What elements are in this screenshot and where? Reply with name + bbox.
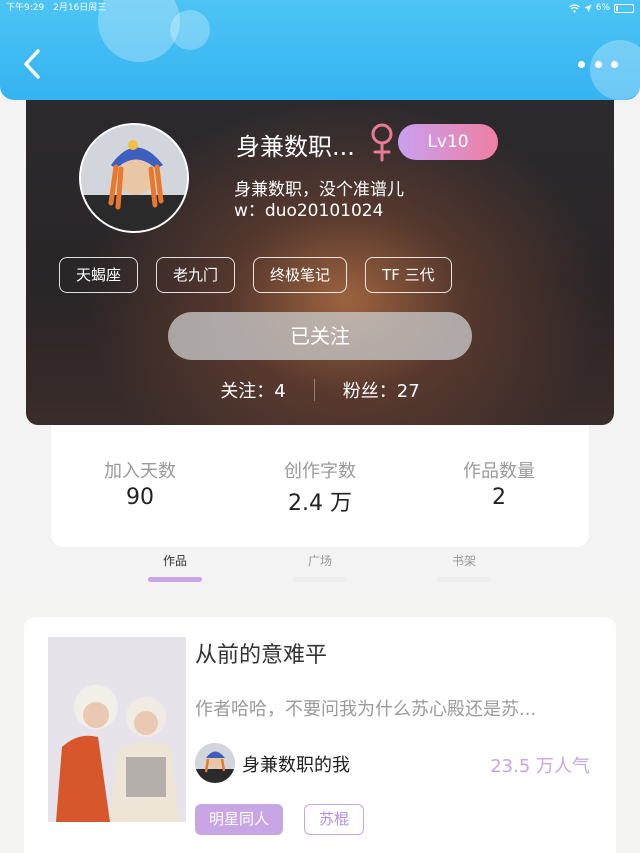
profile-tag[interactable]: TF 三代 — [365, 257, 452, 293]
work-tag[interactable]: 苏棍 — [304, 804, 365, 835]
popularity: 23.5 万人气 — [490, 756, 590, 777]
tab-square[interactable]: 广场 — [280, 552, 360, 569]
follow-button[interactable]: 已关注 — [168, 312, 472, 360]
status-bar: 下午9:29 2月16日周三 6% — [0, 0, 640, 16]
profile-card: 身兼数职... Lv10 身兼数职，没个准谱儿 w：duo20101024 天蝎… — [26, 90, 614, 425]
work-description: 作者哈哈，不要问我为什么苏心殿还是苏... — [195, 699, 537, 720]
stat-label: 作品数量 — [463, 461, 535, 482]
tab-indicator — [437, 577, 491, 582]
wechat-id: w：duo20101024 — [234, 201, 384, 221]
tab-works[interactable]: 作品 — [135, 552, 215, 569]
battery-percent: 6% — [595, 3, 610, 13]
status-time: 下午9:29 — [6, 3, 45, 13]
following-count[interactable]: 关注：4 — [220, 377, 285, 403]
work-cover[interactable] — [48, 637, 186, 822]
battery-icon — [614, 3, 634, 13]
avatar[interactable] — [79, 123, 189, 233]
tab-indicator — [293, 577, 347, 582]
follow-stats: 关注：4 粉丝：27 — [26, 376, 614, 404]
stat-days: 加入天数 90 — [70, 457, 210, 510]
top-header: 下午9:29 2月16日周三 6% — [0, 0, 640, 100]
fans-count[interactable]: 粉丝：27 — [343, 377, 420, 403]
more-dot — [594, 60, 602, 68]
profile-tag[interactable]: 终极笔记 — [253, 257, 348, 293]
stat-value: 2 — [492, 485, 506, 510]
chevron-left-icon — [24, 49, 40, 79]
more-dot — [578, 60, 585, 68]
author-avatar-image — [195, 743, 235, 783]
cover-image — [48, 637, 186, 822]
more-button[interactable] — [578, 54, 618, 74]
wifi-icon — [568, 3, 580, 13]
decor-bubble — [170, 10, 210, 50]
author-name[interactable]: 身兼数职的我 — [242, 751, 350, 777]
stat-label: 创作字数 — [284, 461, 356, 482]
profile-tag[interactable]: 老九门 — [156, 257, 236, 293]
nickname: 身兼数职... — [236, 133, 355, 161]
work-tag[interactable]: 明星同人 — [195, 804, 284, 835]
tab-bookshelf[interactable]: 书架 — [424, 552, 504, 569]
avatar-image — [81, 125, 187, 231]
more-dot — [611, 60, 618, 68]
stat-words: 创作字数 2.4 万 — [250, 457, 390, 517]
female-icon — [371, 123, 393, 162]
profile-tags: 天蝎座 老九门 终极笔记 TF 三代 — [59, 257, 452, 293]
level-badge: Lv10 — [398, 124, 498, 160]
stat-works: 作品数量 2 — [429, 457, 569, 510]
stat-value: 90 — [126, 485, 154, 510]
back-button[interactable] — [18, 46, 48, 82]
work-title[interactable]: 从前的意难平 — [195, 637, 327, 669]
location-icon — [584, 4, 592, 12]
stat-label: 加入天数 — [104, 461, 176, 482]
work-card[interactable]: 从前的意难平 作者哈哈，不要问我为什么苏心殿还是苏... 身兼数职的我 23.5… — [24, 617, 616, 853]
content-tabs: 作品 广场 书架 — [0, 548, 640, 592]
tab-active-indicator — [148, 577, 202, 582]
author-avatar[interactable] — [195, 743, 235, 783]
stat-value: 2.4 万 — [288, 491, 352, 516]
profile-tag[interactable]: 天蝎座 — [59, 257, 139, 293]
stats-card: 加入天数 90 创作字数 2.4 万 作品数量 2 — [51, 425, 589, 547]
divider — [313, 379, 315, 401]
status-date: 2月16日周三 — [53, 3, 107, 13]
